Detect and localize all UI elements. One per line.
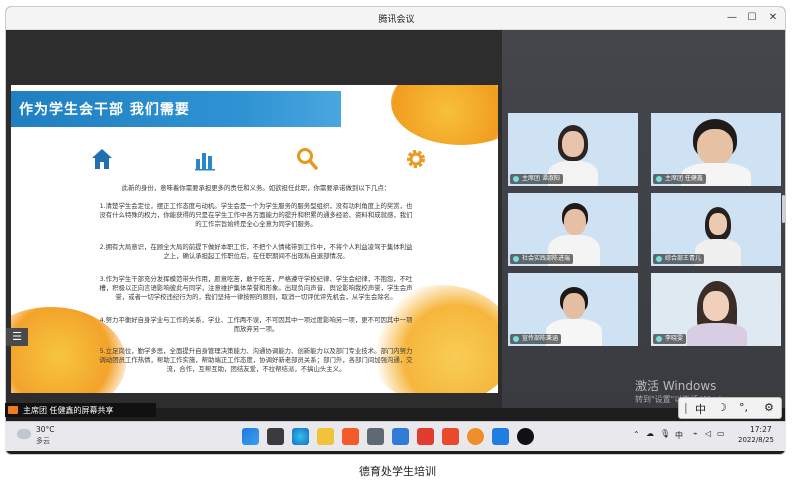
settings-gear-icon[interactable]: ⚙ <box>764 401 774 414</box>
app-icon[interactable] <box>467 428 484 445</box>
task-view-icon[interactable] <box>267 428 284 445</box>
slide-line: 槽，积极以正向言语影响彼此与同学，注意维护集体荣誉和形象。出现负向声音、舆论影响… <box>99 284 413 292</box>
tencent-meeting-icon[interactable] <box>492 428 509 445</box>
network-icon[interactable]: ⌁ <box>693 429 698 438</box>
slide-line: 4.努力平衡好自身学业与工作的关系，学业、工作两不误，不可因其中一项过度影响另一… <box>99 316 413 324</box>
ime-mode[interactable]: 中 <box>695 401 706 417</box>
share-indicator[interactable]: 主席团 任健鑫的屏幕共享 <box>5 403 156 417</box>
participant-name: 主席团 谭淑阳 <box>510 174 563 184</box>
participant-name: 社会实践部陈进瑞 <box>510 254 574 264</box>
gear-icon <box>407 150 425 168</box>
start-icon[interactable] <box>242 428 259 445</box>
slide-line: 1.清楚学生会定位，摆正工作态度与动机。学生会是一个为学生服务的服务型组织，没有… <box>99 202 413 210</box>
share-label: 主席团 任健鑫的屏幕共享 <box>23 406 114 415</box>
participant-tile[interactable]: 社会实践部陈进瑞 <box>508 193 638 266</box>
paint-splash-top <box>391 85 498 145</box>
slide-point-5: 5.立足岗位，勤学多思，全面提升自身管理决策能力、沟通协调能力、创新能力以及部门… <box>31 347 481 374</box>
slide-line: 流，合作，互帮互助，团结友爱，不拉帮结派，不搞山头主义。 <box>166 365 346 373</box>
cloud-tray-icon[interactable]: ☁ <box>646 429 654 438</box>
meeting-window: 腾讯会议 — ☐ ✕ 作为学生会干部 我们需要 此新的身份，意味着你需要承担更多… <box>5 6 786 455</box>
participant-name: 综合部王青儿 <box>653 254 705 264</box>
moon-icon[interactable]: ☽ <box>717 401 727 414</box>
slide-point-1: 1.清楚学生会定位，摆正工作态度与动机。学生会是一个为学生服务的服务型组织，没有… <box>31 202 481 229</box>
activation-watermark: 激活 Windows <box>635 379 717 393</box>
slide-point-3: 3.作为学生干部充分发挥模范带头作用，愿意吃苦，敢于吃苦，严格遵守学校纪律、学生… <box>31 275 481 302</box>
slide-line: 5.立足岗位，勤学多思，全面提升自身管理决策能力、沟通协调能力、创新能力以及部门… <box>99 347 413 355</box>
participant-tile[interactable]: 综合部王青儿 <box>651 193 781 266</box>
participant-tile[interactable]: 宣传部陈秉涵 <box>508 273 638 346</box>
slide-line: 3.作为学生干部充分发挥模范带头作用，愿意吃苦，敢于吃苦，严格遵守学校纪律、学生… <box>99 275 413 283</box>
language-indicator[interactable]: 中 <box>675 430 683 441</box>
title-bar: 腾讯会议 — ☐ ✕ <box>6 7 785 30</box>
volume-icon[interactable]: ◁ <box>705 429 711 438</box>
slide-title-banner: 作为学生会干部 我们需要 <box>11 91 341 127</box>
slide-line: 之上，确认承担起工作职位后，在任职期间不出现私自退部情况。 <box>163 252 349 260</box>
folder-icon[interactable] <box>317 428 334 445</box>
slide-point-4: 4.努力平衡好自身学业与工作的关系，学业、工作两不误，不可因其中一项过度影响另一… <box>31 316 481 334</box>
bar-chart-icon <box>195 153 215 171</box>
window-title: 腾讯会议 <box>378 15 415 25</box>
ime-toolbar[interactable]: | 中 ☽ °, ⚙ <box>678 397 782 419</box>
home-icon <box>92 149 112 169</box>
calculator-icon[interactable] <box>367 428 384 445</box>
slide-point-2: 2.拥有大局意识，在顾全大局的前提下做好本职工作，不把个人情绪带到工作中，不将个… <box>31 243 481 261</box>
weather-desc: 多云 <box>36 437 50 445</box>
minimize-button[interactable]: — <box>723 10 741 26</box>
slide-line: 而放弃另一项。 <box>233 325 279 333</box>
chevron-up-icon[interactable]: ⌃ <box>633 430 640 439</box>
slide-line: 2.拥有大局意识，在顾全大局的前提下做好本职工作，不把个人情绪带到工作中，不将个… <box>99 243 413 251</box>
clock-date[interactable]: 2022/8/25 <box>738 436 774 444</box>
menu-icon[interactable]: ☰ <box>6 328 28 346</box>
participant-name: 宣传部陈秉涵 <box>510 334 562 344</box>
microphone-icon[interactable]: 🎙 <box>660 429 670 438</box>
pdf-icon[interactable] <box>417 428 434 445</box>
punctuation-icon[interactable]: °, <box>739 401 748 414</box>
app-icon[interactable] <box>442 428 459 445</box>
maximize-button[interactable]: ☐ <box>743 10 761 26</box>
slide-title: 作为学生会干部 我们需要 <box>19 102 190 118</box>
battery-icon[interactable]: ▭ <box>717 429 725 438</box>
slide-line: 调动团员工作热情，帮助工作实施，帮助端正工作态度，协调好新老部员关系；部门外，各… <box>99 356 413 364</box>
qq-icon[interactable] <box>517 428 534 445</box>
taskbar: 30°C 多云 ⌃ ☁ 🎙 中 ⌁ ◁ ▭ 17:27 2022/8/25 <box>5 421 786 451</box>
slide-line: 没有什么特殊的权力，你能获得的只是在学生工作中各方面能力的提升和积累的通多经验、… <box>99 211 413 219</box>
slide-line: 誉，或者一切学校违纪行为的，我们坚持一律按照的原则，取消一切评优评先机会，从学生… <box>115 293 397 301</box>
participant-tile[interactable]: 主席团 谭淑阳 <box>508 113 638 186</box>
search-icon <box>297 148 318 170</box>
participant-tile[interactable]: 李晓雯 <box>651 273 781 346</box>
weather-temp[interactable]: 30°C <box>36 425 55 434</box>
scrollbar[interactable] <box>782 195 785 223</box>
screen-share-area: 作为学生会干部 我们需要 此新的身份，意味着你需要承担更多的责任和义务。如欲担任… <box>6 30 502 408</box>
participant-name: 主席团 任健鑫 <box>653 174 706 184</box>
participant-tile[interactable]: 主席团 任健鑫 <box>651 113 781 186</box>
slide-line: 的工作宗旨始终是全心全意为同学们服务。 <box>195 220 317 228</box>
participant-name: 李晓雯 <box>653 334 687 344</box>
store-icon[interactable] <box>342 428 359 445</box>
close-button[interactable]: ✕ <box>764 10 782 26</box>
shared-slide: 作为学生会干部 我们需要 此新的身份，意味着你需要承担更多的责任和义务。如欲担任… <box>11 85 498 393</box>
edge-icon[interactable] <box>292 428 309 445</box>
slide-intro: 此新的身份，意味着你需要承担更多的责任和义务。如欲担任此职，你需要承诺做到以下几… <box>121 184 391 192</box>
share-icon <box>8 406 18 414</box>
clock-time[interactable]: 17:27 <box>750 425 772 434</box>
participant-panel: 主席团 谭淑阳 主席团 任健鑫 社会实践部陈进瑞 综合部王青儿 宣传部陈秉涵 李… <box>502 30 785 408</box>
cloud-icon <box>17 429 31 439</box>
mail-icon[interactable] <box>392 428 409 445</box>
image-caption: 德育处学生培训 <box>359 465 436 478</box>
